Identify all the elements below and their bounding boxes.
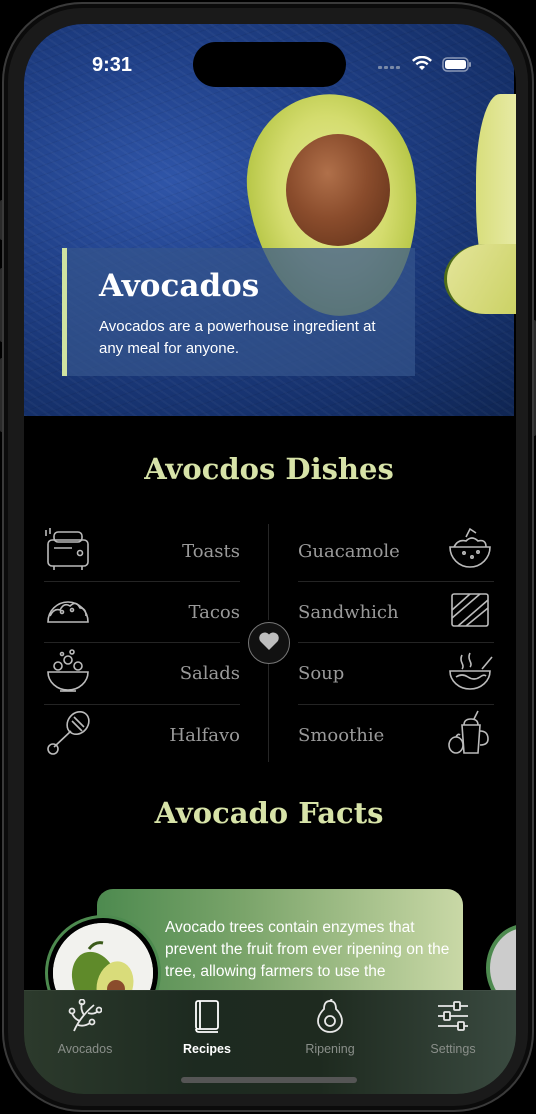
avocado-pit-image <box>286 134 390 246</box>
dish-soup[interactable]: Soup <box>298 643 494 703</box>
soup-bowl-icon <box>446 649 494 698</box>
screen: 9:31 Avocados Avocados are a powerhouse … <box>24 24 516 1094</box>
dish-label: Toasts <box>182 540 240 562</box>
divider-vertical-top <box>268 524 269 620</box>
dish-label: Tacos <box>188 601 241 623</box>
fact-text: Avocado trees contain enzymes that preve… <box>165 919 450 980</box>
tab-label: Avocados <box>57 1042 113 1056</box>
dish-smoothie[interactable]: Smoothie <box>298 705 494 765</box>
guacamole-bowl-icon <box>446 527 494 576</box>
dish-label: Salads <box>179 662 240 684</box>
heart-icon <box>258 631 280 656</box>
tab-ripening[interactable]: Ripening <box>275 998 385 1056</box>
status-time: 9:31 <box>92 54 133 76</box>
dish-label: Halfavo <box>169 724 240 746</box>
dish-label: Soup <box>298 662 345 684</box>
dish-label: Guacamole <box>298 540 400 562</box>
avocado-branch-icon <box>68 998 103 1038</box>
hero-title: Avocados <box>99 268 260 304</box>
favorite-button[interactable] <box>248 622 290 664</box>
tab-bar: Avocados Recipes Ripening Settings <box>24 990 516 1094</box>
cellular-icon <box>378 58 402 76</box>
home-indicator[interactable] <box>181 1077 357 1083</box>
dish-halfavo[interactable]: Halfavo <box>44 705 240 765</box>
dynamic-island <box>193 42 346 87</box>
dishes-title: Avocdos Dishes <box>144 452 394 486</box>
tab-recipes[interactable]: Recipes <box>152 999 262 1056</box>
avocado-icon <box>315 998 345 1038</box>
tab-label: Ripening <box>305 1042 355 1056</box>
halfavo-icon <box>44 709 92 762</box>
book-icon <box>192 999 222 1038</box>
toaster-icon <box>44 526 92 577</box>
dish-sandwhich[interactable]: Sandwhich <box>298 582 494 642</box>
dish-guacamole[interactable]: Guacamole <box>298 521 494 581</box>
battery-icon <box>442 56 472 77</box>
hero-card: Avocados Avocados are a powerhouse ingre… <box>62 248 415 376</box>
facts-title: Avocado Facts <box>154 796 384 830</box>
status-icons <box>378 55 472 77</box>
tab-label: Recipes <box>183 1042 231 1056</box>
salad-bowl-icon <box>44 648 92 699</box>
smoothie-icon <box>446 709 494 762</box>
divider-vertical-bottom <box>268 664 269 762</box>
dish-tacos[interactable]: Tacos <box>44 582 240 642</box>
dish-label: Sandwhich <box>298 601 399 623</box>
wifi-icon <box>411 55 433 77</box>
sandwich-icon <box>446 588 494 637</box>
dish-toasts[interactable]: Toasts <box>44 521 240 581</box>
phone-frame: 9:31 Avocados Avocados are a powerhouse … <box>2 2 534 1112</box>
tab-avocados[interactable]: Avocados <box>30 998 140 1056</box>
hero-description: Avocados are a powerhouse ingredient at … <box>99 318 376 357</box>
dish-label: Smoothie <box>298 724 385 746</box>
dish-salads[interactable]: Salads <box>44 643 240 703</box>
tab-settings[interactable]: Settings <box>398 999 508 1056</box>
sliders-icon <box>436 999 470 1038</box>
tab-label: Settings <box>430 1042 476 1056</box>
taco-icon <box>44 590 92 635</box>
